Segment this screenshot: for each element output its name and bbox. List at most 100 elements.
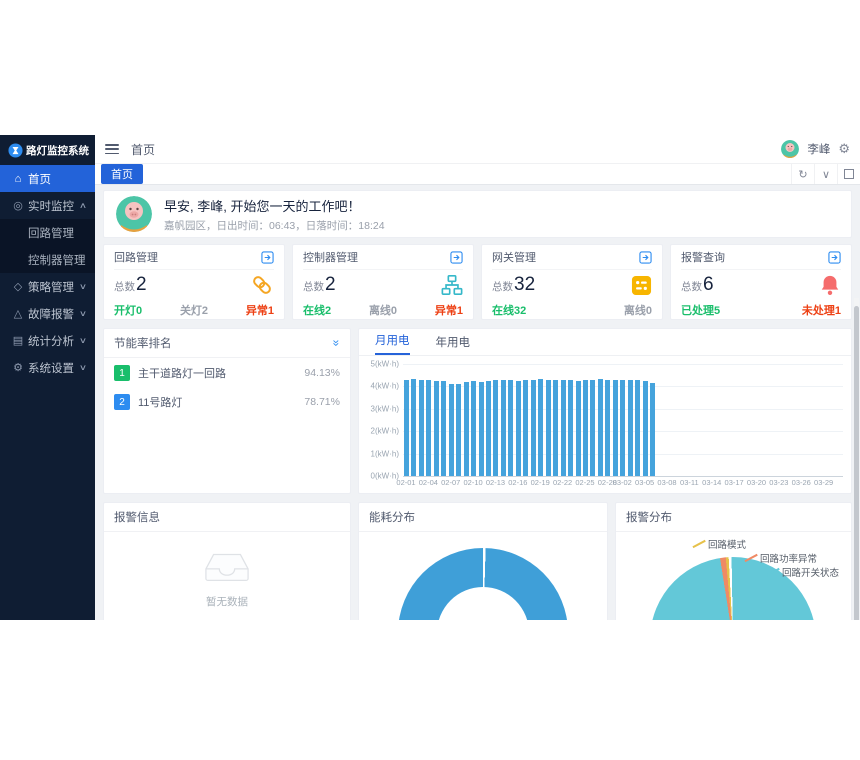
- energy-donut-chart[interactable]: [398, 548, 568, 620]
- tab-monthly-electricity[interactable]: 月用电: [375, 332, 410, 355]
- page: 路灯监控系统 ⌂ 首页 ◎ 实时监控 ∧ 回路管理 控制器管理: [0, 0, 860, 760]
- stat-handled: 已处理5: [681, 302, 720, 318]
- rank-badge: 1: [114, 365, 130, 381]
- stat-online: 在线32: [492, 302, 526, 318]
- chevron-down-icon: ∨: [79, 363, 87, 372]
- card-title: 回路管理: [114, 249, 158, 265]
- label-leader-line: [744, 554, 757, 562]
- home-icon: ⌂: [12, 173, 24, 185]
- sidebar-item-settings[interactable]: ⚙ 系统设置 ∨: [0, 354, 95, 381]
- tab-home[interactable]: 首页: [101, 164, 143, 184]
- sidebar-item-label: 回路管理: [28, 225, 74, 241]
- strategy-icon: ◇: [12, 280, 24, 293]
- card-loop-management: 回路管理 总数2 开灯0 关灯2 异常1: [103, 244, 285, 320]
- sidebar-item-label: 实时监控: [28, 198, 74, 214]
- rank-name: 11号路灯: [138, 394, 182, 410]
- goto-icon[interactable]: [828, 251, 841, 264]
- stat-unhandled: 未处理1: [802, 302, 841, 318]
- sidebar-item-label: 故障报警: [28, 306, 74, 322]
- card-title: 网关管理: [492, 249, 536, 265]
- alarm-distribution-panel: 报警分布 回路模式 回路功率异常 回路开关状态: [615, 502, 852, 620]
- stat-cards-row: 回路管理 总数2 开灯0 关灯2 异常1: [103, 244, 852, 320]
- goto-icon[interactable]: [261, 251, 274, 264]
- avatar: [116, 196, 152, 232]
- ranking-row[interactable]: 1 主干道路灯一回路 94.13%: [104, 358, 350, 387]
- sidebar-item-label: 首页: [28, 171, 51, 187]
- total-label: 总数: [303, 281, 324, 293]
- double-chevron-icon[interactable]: »: [330, 340, 344, 347]
- app-window: 路灯监控系统 ⌂ 首页 ◎ 实时监控 ∧ 回路管理 控制器管理: [0, 135, 860, 620]
- maximize-icon[interactable]: [837, 164, 860, 184]
- card-controller-management: 控制器管理 总数2 在线2 离线0 异常1: [292, 244, 474, 320]
- sidebar-submenu: 回路管理 控制器管理: [0, 219, 95, 273]
- stat-abnormal: 异常1: [246, 302, 274, 318]
- sidebar-item-statistics[interactable]: ▤ 统计分析 ∨: [0, 327, 95, 354]
- total-value: 6: [703, 274, 714, 295]
- chevron-down-icon[interactable]: ∨: [814, 164, 837, 184]
- app-logo: 路灯监控系统: [0, 135, 95, 165]
- empty-inbox-icon: [204, 551, 250, 583]
- label-leader-line: [766, 568, 779, 576]
- sidebar-item-home[interactable]: ⌂ 首页: [0, 165, 95, 192]
- empty-state: 暂无数据: [104, 551, 350, 609]
- scrollbar-thumb[interactable]: [854, 306, 859, 620]
- breadcrumb: 首页: [131, 141, 155, 158]
- goto-icon[interactable]: [450, 251, 463, 264]
- card-alarm-query: 报警查询 总数6 已处理5 未处理1: [670, 244, 852, 320]
- tab-yearly-electricity[interactable]: 年用电: [436, 334, 471, 355]
- pie-label-loop-switch: 回路开关状态: [766, 565, 839, 579]
- sidebar-item-loop-management[interactable]: 回路管理: [0, 219, 95, 246]
- stat-abnormal: 异常1: [435, 302, 463, 318]
- sidebar-item-fault-alarm[interactable]: △ 故障报警 ∨: [0, 300, 95, 327]
- header-right: 李峰 ⚙: [781, 140, 850, 158]
- energy-distribution-panel: 能耗分布: [358, 502, 608, 620]
- rank-value: 78.71%: [304, 396, 340, 408]
- user-name[interactable]: 李峰: [807, 141, 830, 157]
- sidebar-item-controller-management[interactable]: 控制器管理: [0, 246, 95, 273]
- stat-offline: 离线0: [369, 302, 397, 318]
- row-bottom: 报警信息 暂无数据 能耗分布: [103, 502, 852, 620]
- avatar[interactable]: [781, 140, 799, 158]
- rank-badge: 2: [114, 394, 130, 410]
- goto-icon[interactable]: [639, 251, 652, 264]
- chart-icon: ▤: [12, 334, 24, 347]
- sidebar-item-realtime-monitor[interactable]: ◎ 实时监控 ∧: [0, 192, 95, 219]
- panel-title: 节能率排名: [114, 335, 172, 351]
- total-label: 总数: [114, 281, 135, 293]
- greeting-text: 早安, 李峰, 开始您一天的工作吧！: [164, 196, 385, 215]
- sidebar-item-label: 系统设置: [28, 360, 74, 376]
- gear-icon[interactable]: ⚙: [838, 141, 850, 157]
- panel-title: 报警信息: [114, 509, 160, 525]
- sidebar-item-label: 策略管理: [28, 279, 74, 295]
- link-icon: [250, 273, 274, 297]
- refresh-icon[interactable]: ↻: [791, 164, 814, 184]
- welcome-card: 早安, 李峰, 开始您一天的工作吧！ 嘉帆园区，日出时间：06:43，日落时间：…: [103, 190, 852, 238]
- stat-online: 在线2: [303, 302, 331, 318]
- main-column: 首页 李峰 ⚙ 首页 ↻ ∨: [95, 135, 860, 620]
- total-label: 总数: [492, 281, 513, 293]
- card-gateway-management: 网关管理 总数32 在线32 离线0: [481, 244, 663, 320]
- panel-title: 报警分布: [626, 509, 672, 525]
- ranking-row[interactable]: 2 11号路灯 78.71%: [104, 387, 350, 416]
- sidebar-toggle-icon[interactable]: [105, 144, 119, 154]
- bell-icon: [819, 274, 841, 296]
- tab-tools: ↻ ∨: [791, 164, 860, 184]
- energy-saving-ranking-panel: 节能率排名 » 1 主干道路灯一回路 94.13% 2 11号路灯 78.71%: [103, 328, 351, 494]
- stat-offline: 离线0: [624, 302, 652, 318]
- app-title: 路灯监控系统: [26, 143, 89, 158]
- total-value: 32: [514, 274, 535, 295]
- monitor-icon: ◎: [12, 199, 24, 212]
- label-leader-line: [692, 540, 705, 548]
- total-value: 2: [136, 274, 147, 295]
- rank-name: 主干道路灯一回路: [138, 365, 226, 381]
- sidebar-menu: ⌂ 首页 ◎ 实时监控 ∧ 回路管理 控制器管理 ◇: [0, 165, 95, 381]
- chevron-down-icon: ∨: [79, 336, 87, 345]
- chevron-down-icon: ∨: [79, 309, 87, 318]
- sidebar-item-strategy[interactable]: ◇ 策略管理 ∨: [0, 273, 95, 300]
- dashboard: 早安, 李峰, 开始您一天的工作吧！ 嘉帆园区，日出时间：06:43，日落时间：…: [95, 185, 860, 620]
- tab-bar: 首页 ↻ ∨: [95, 164, 860, 185]
- electricity-chart-panel: 月用电 年用电 5(kW·h)4(kW·h)3(kW·h)2(kW·h)1(kW…: [358, 328, 852, 494]
- top-header: 首页 李峰 ⚙: [95, 135, 860, 164]
- alarm-icon: △: [12, 307, 24, 320]
- total-label: 总数: [681, 281, 702, 293]
